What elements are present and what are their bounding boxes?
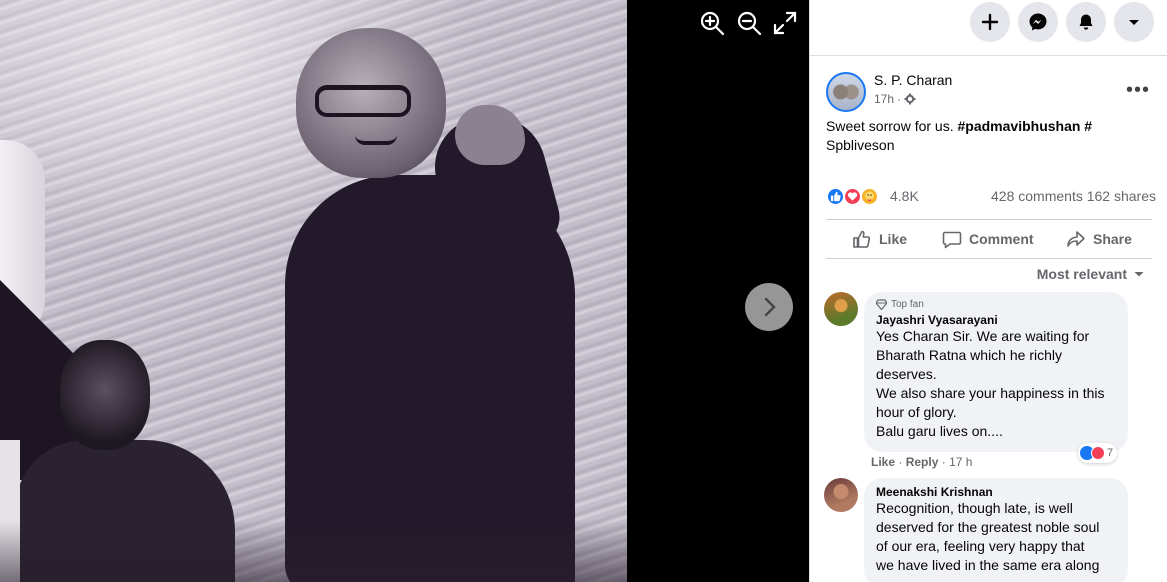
photo-viewer (0, 0, 809, 582)
comment-line: deserved for the greatest noble soul (876, 519, 1100, 535)
post-header: S. P. Charan 17h · ••• (826, 70, 1156, 114)
post-meta: 17h · (874, 92, 916, 106)
comment-icon (942, 231, 962, 249)
messenger-icon (1029, 13, 1047, 31)
comment-line: Yes Charan Sir. We are waiting for (876, 328, 1090, 344)
comment-line: We also share your happiness in this (876, 385, 1105, 401)
top-bar (810, 0, 1167, 56)
create-button[interactable] (970, 2, 1010, 42)
comment-label: Comment (969, 231, 1034, 247)
account-menu-button[interactable] (1114, 2, 1154, 42)
comment-item: Top fan Jayashri Vyasarayani Yes Charan … (824, 292, 1154, 472)
photo-person-background-head (60, 340, 150, 450)
notifications-button[interactable] (1066, 2, 1106, 42)
comment-text: Yes Charan Sir. We are waiting for Bhara… (876, 327, 1116, 441)
sort-label: Most relevant (1036, 266, 1127, 282)
footer-dot: · (941, 455, 950, 469)
comment-line: Bharath Ratna which he richly (876, 347, 1062, 363)
commenter-name[interactable]: Meenakshi Krishnan (876, 485, 1116, 499)
commenter-avatar[interactable] (824, 478, 858, 512)
footer-dot: · (898, 455, 906, 469)
like-reaction-icon (826, 187, 845, 206)
post-time[interactable]: 17h (874, 92, 894, 106)
comment-line: deserves. (876, 366, 937, 382)
gear-icon (904, 93, 916, 105)
like-label: Like (879, 231, 908, 247)
comment-text: Recognition, though late, is well deserv… (876, 499, 1116, 575)
comment-reaction-count: 7 (1107, 447, 1114, 459)
comment-line: of our era, feeling very happy that (876, 538, 1085, 554)
reaction-count[interactable]: 4.8K (890, 188, 919, 204)
commenter-avatar[interactable] (824, 292, 858, 326)
love-reaction-icon (1091, 446, 1105, 460)
comments-shares-count[interactable]: 428 comments 162 shares (991, 188, 1156, 204)
reactions-bar: 4.8K 428 comments 162 shares (826, 186, 1156, 208)
comment-reactions[interactable]: 7 (1078, 443, 1118, 463)
photo-person-glasses (315, 85, 411, 117)
caret-down-icon (1129, 20, 1139, 25)
caret-down-icon (1134, 272, 1144, 277)
comment-line: hour of glory. (876, 404, 957, 420)
share-label: Share (1093, 231, 1132, 247)
more-options-button[interactable]: ••• (1126, 78, 1150, 102)
comment-like-link[interactable]: Like (871, 455, 895, 469)
post-text: Sweet sorrow for us. #padmavibhushan # S… (826, 117, 1126, 155)
share-icon (1067, 231, 1085, 247)
comment-bubble: Meenakshi Krishnan Recognition, though l… (864, 478, 1128, 582)
author-name[interactable]: S. P. Charan (874, 72, 952, 88)
top-fan-label: Top fan (891, 299, 924, 310)
fullscreen-icon[interactable] (772, 10, 798, 36)
comment-item: Meenakshi Krishnan Recognition, though l… (824, 478, 1154, 582)
comment-footer: Like · Reply · 17 h (871, 455, 972, 469)
diamond-icon (876, 299, 887, 310)
commenter-name[interactable]: Jayashri Vyasarayani (876, 313, 1116, 327)
comment-sort-dropdown[interactable]: Most relevant (1037, 266, 1145, 282)
plus-icon (981, 13, 999, 31)
thumbs-up-icon (853, 230, 871, 248)
share-button[interactable]: Share (1066, 220, 1132, 258)
love-reaction-icon (843, 187, 862, 206)
comment-bubble: Top fan Jayashri Vyasarayani Yes Charan … (864, 292, 1128, 452)
chevron-right-icon (764, 297, 776, 317)
like-button[interactable]: Like (852, 220, 907, 258)
comment-line: we have lived in the same era along (876, 557, 1100, 573)
post-text-plain: Sweet sorrow for us. (826, 118, 958, 134)
top-fan-badge: Top fan (876, 299, 1116, 310)
hashtag-link-2-end[interactable]: Spbliveson (826, 137, 895, 153)
meta-separator: · (897, 92, 902, 106)
comment-line: Recognition, though late, is well (876, 500, 1073, 516)
messenger-button[interactable] (1018, 2, 1058, 42)
photo-person-smile (355, 135, 397, 145)
comment-button[interactable]: Comment (942, 220, 1034, 258)
photo-person-hand (455, 105, 525, 165)
post-actions: Like Comment Share (826, 219, 1152, 259)
zoom-out-icon[interactable] (736, 10, 762, 36)
post-side-panel: S. P. Charan 17h · ••• Sweet sorrow for … (809, 0, 1167, 582)
comment-time[interactable]: 17 h (949, 455, 972, 469)
care-reaction-icon (860, 187, 879, 206)
zoom-in-icon[interactable] (699, 10, 725, 36)
author-avatar[interactable] (826, 72, 866, 112)
next-photo-button[interactable] (745, 283, 793, 331)
bell-icon (1079, 14, 1093, 30)
comment-reply-link[interactable]: Reply (906, 455, 939, 469)
hashtag-link-2-start[interactable]: # (1080, 118, 1092, 134)
photo-floor-shadow (0, 520, 627, 582)
post-photo[interactable] (0, 0, 627, 582)
comment-line: Balu garu lives on.... (876, 423, 1003, 439)
hashtag-link[interactable]: #padmavibhushan (958, 118, 1081, 134)
